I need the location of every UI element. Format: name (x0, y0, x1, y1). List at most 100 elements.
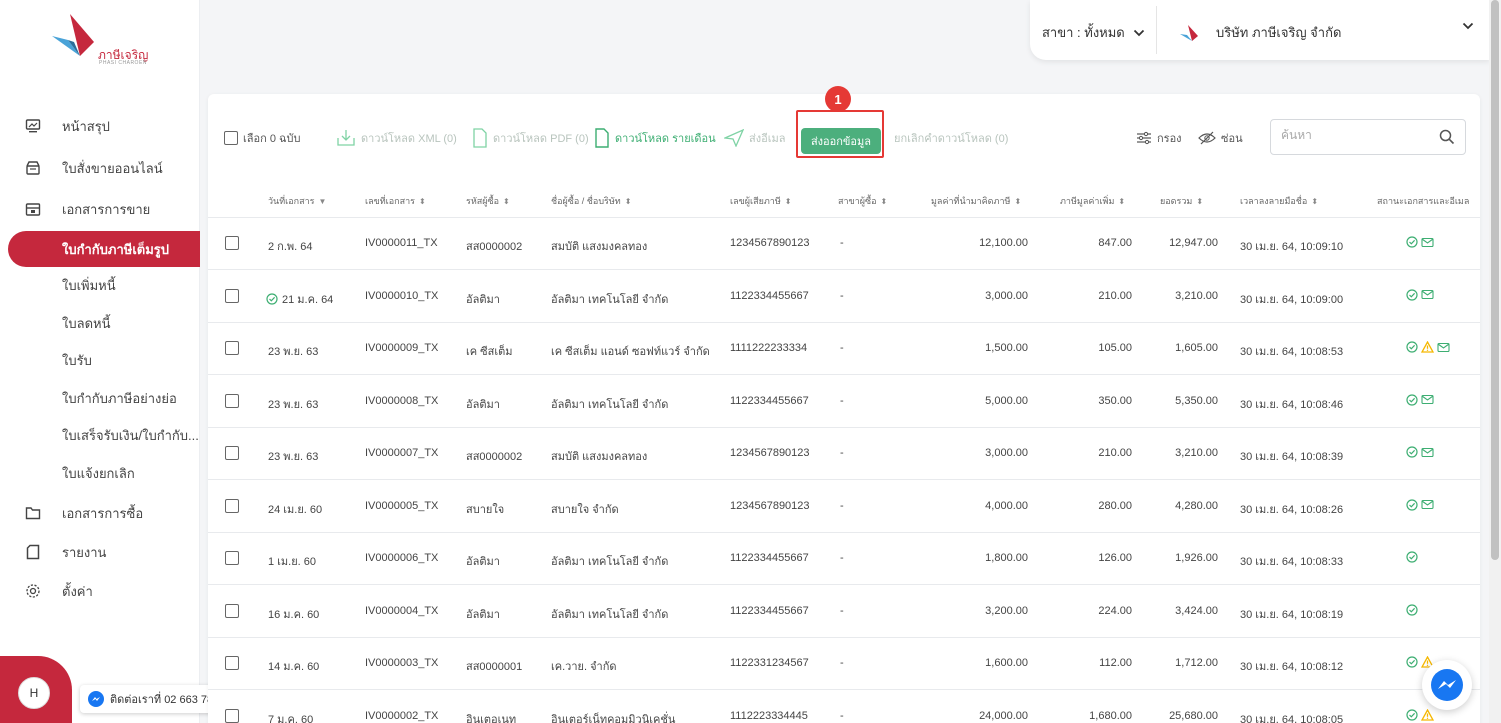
mail-icon[interactable] (1421, 237, 1434, 251)
col-buyer-name[interactable]: ชื่อผู้ซื้อ / ชื่อบริษัท ⬍ (551, 194, 631, 208)
col-vat[interactable]: ภาษีมูลค่าเพิ่ม ⬍ (1060, 194, 1125, 208)
mail-icon[interactable] (1437, 342, 1450, 356)
warning-icon[interactable] (1420, 708, 1435, 723)
sidebar-item-full-tax-invoice[interactable]: ใบกำกับภาษีเต็มรูป (8, 231, 200, 267)
cell-buyer-code: สส0000001 (466, 661, 523, 673)
contact-us-button[interactable]: ติดต่อเราที่ 02 663 7895 (80, 685, 228, 713)
scrollbar[interactable] (1489, 0, 1501, 723)
col-doc-date[interactable]: วันที่เอกสาร ▼ (268, 194, 326, 208)
warning-icon[interactable] (1420, 340, 1435, 356)
cell-doc-number: IV0000009_TX (365, 342, 439, 354)
company-logo[interactable]: ภาษีเจริญ PHASI CHAROEN (50, 12, 170, 72)
cell-doc-date: 1 เม.ย. 60 (268, 556, 317, 568)
row-checkbox[interactable] (225, 656, 239, 670)
cell-total: 3,210.00 (1175, 289, 1218, 302)
cell-doc-number: IV0000007_TX (365, 447, 439, 459)
table-row[interactable]: 23 พ.ย. 63 IV0000008_TX อัลติมา อัลติมา เทค… (208, 376, 1480, 428)
sidebar-item-reports[interactable]: รายงาน (0, 534, 200, 570)
hide-button[interactable]: ซ่อน (1198, 127, 1243, 149)
cell-doc-date: 16 ม.ค. 60 (268, 608, 320, 621)
col-buyer-branch[interactable]: สาขาผู้ซื้อ ⬍ (838, 194, 887, 208)
table-row[interactable]: 24 เม.ย. 60 IV0000005_TX สบายใจ สบายใจ จำกั… (208, 481, 1480, 533)
sidebar-item-settings[interactable]: ตั้งค่า (0, 573, 200, 609)
sidebar-item-debit-note[interactable]: ใบเพิ่มหนี้ (0, 267, 200, 303)
select-all-checkbox[interactable]: เลือก 0 ฉบับ (224, 127, 300, 149)
search-box[interactable] (1270, 119, 1466, 155)
table-row[interactable]: 21 ม.ค. 64 IV0000010_TX อัลติมา อัลติมา เทค… (208, 271, 1480, 323)
sidebar-item-abbreviated-tax-invoice[interactable]: ใบกำกับภาษีอย่างย่อ (0, 380, 200, 416)
row-checkbox[interactable] (225, 236, 239, 250)
row-checkbox[interactable] (225, 603, 239, 618)
table-row[interactable]: 1 เม.ย. 60 IV0000006_TX อัลติมา อัลติมา เทค… (208, 533, 1480, 585)
download-xml-button[interactable]: ดาวน์โหลด XML (0) (336, 127, 457, 149)
col-buyer-code[interactable]: รหัสผู้ซื้อ ⬍ (466, 194, 510, 208)
mail-icon[interactable] (1421, 289, 1434, 303)
cell-buyer-branch: - (840, 657, 844, 669)
download-pdf-button[interactable]: ดาวน์โหลด PDF (0) (472, 127, 589, 149)
col-signed-time[interactable]: เวลาลงลายมือชื่อ ⬍ (1240, 194, 1318, 208)
company-name: บริษัท ภาษีเจริญ จำกัด (1216, 25, 1342, 40)
row-checkbox[interactable] (225, 708, 239, 723)
sidebar-item-label: ตั้งค่า (62, 583, 93, 599)
checkbox[interactable] (224, 131, 238, 145)
sidebar-item-receipt[interactable]: ใบรับ (0, 342, 200, 378)
row-checkbox[interactable] (225, 446, 239, 460)
avatar[interactable]: H (18, 677, 50, 709)
cell-buyer-code: อินเตอเนท (466, 713, 517, 723)
cell-status (1406, 340, 1450, 356)
sidebar-item-cancel-notice[interactable]: ใบแจ้งยกเลิก (0, 455, 200, 491)
sidebar-item-sales-docs[interactable]: เอกสารการขาย (0, 191, 200, 227)
cell-buyer-code: สส0000002 (466, 451, 523, 463)
mail-icon[interactable] (1421, 499, 1434, 513)
export-data-button[interactable]: ส่งออกข้อมูล (801, 128, 881, 154)
search-icon[interactable] (1439, 129, 1455, 145)
cell-buyer-name: อัลติมา เทคโนโลยี จำกัด (551, 608, 669, 621)
sidebar-item-dashboard[interactable]: หน้าสรุป (0, 108, 200, 144)
row-checkbox[interactable] (225, 288, 239, 303)
sidebar-item-label: ใบแจ้งยกเลิก (62, 465, 135, 481)
table-row[interactable]: 23 พ.ย. 63 IV0000009_TX เค ซีสเต็ม เค ซีสเต… (208, 323, 1480, 375)
row-checkbox[interactable] (225, 551, 239, 565)
cancel-download-button[interactable]: ยกเลิกคำดาวน์โหลด (0) (894, 127, 1008, 149)
col-taxable-value[interactable]: มูลค่าที่นำมาคิดภาษี ⬍ (931, 194, 1021, 208)
col-tax-id[interactable]: เลขผู้เสียภาษี ⬍ (730, 194, 791, 208)
row-checkbox[interactable] (225, 498, 239, 513)
scrollbar-thumb[interactable] (1491, 0, 1499, 560)
send-email-button[interactable]: ส่งอีเมล (724, 127, 785, 149)
mail-icon[interactable] (1421, 447, 1434, 461)
search-input[interactable] (1281, 128, 1431, 142)
download-monthly-label: ดาวน์โหลด รายเดือน (615, 133, 716, 145)
download-monthly-button[interactable]: ดาวน์โหลด รายเดือน (594, 127, 716, 149)
sidebar-item-credit-note[interactable]: ใบลดหนี้ (0, 305, 200, 341)
mail-icon[interactable] (1421, 394, 1434, 408)
table-row[interactable]: 2 ก.พ. 64 IV0000011_TX สส0000002 สมบัติ แสง… (208, 218, 1480, 270)
col-total[interactable]: ยอดรวม ⬍ (1160, 194, 1203, 208)
cell-status (1406, 446, 1434, 461)
sidebar-item-purchase-docs[interactable]: เอกสารการซื้อ (0, 495, 200, 531)
messenger-chat-button[interactable] (1422, 660, 1472, 710)
cell-doc-number: IV0000010_TX (365, 289, 439, 302)
table-row[interactable]: 7 ม.ค. 60 IV0000002_TX อินเตอเนท อินเตอร์เน… (208, 691, 1480, 723)
row-checkbox[interactable] (225, 393, 239, 408)
hide-label: ซ่อน (1221, 133, 1243, 145)
cell-total: 1,926.00 (1175, 552, 1218, 564)
document-icon (473, 128, 487, 148)
row-checkbox[interactable] (225, 341, 239, 355)
table-row[interactable]: 23 พ.ย. 63 IV0000007_TX สส0000002 สมบัติ แส… (208, 428, 1480, 480)
branch-selector[interactable]: สาขา : ทั้งหมด (1042, 22, 1145, 43)
sidebar-item-label: หน้าสรุป (62, 118, 110, 134)
step-badge: 1 (825, 86, 851, 112)
company-selector[interactable]: บริษัท ภาษีเจริญ จำกัด (1178, 22, 1341, 43)
sidebar-item-receipt-tax-invoice[interactable]: ใบเสร็จรับเงิน/ใบกำกับ... (0, 417, 200, 453)
cell-total: 1,712.00 (1175, 657, 1218, 669)
cell-doc-date: 7 ม.ค. 60 (268, 713, 314, 723)
table-row[interactable]: 14 ม.ค. 60 IV0000003_TX สส0000001 เค.วาย. จ… (208, 638, 1480, 690)
col-doc-number[interactable]: เลขที่เอกสาร ⬍ (365, 194, 426, 208)
cell-buyer-code: อัลติมา (466, 398, 500, 411)
check-circle-icon (1406, 288, 1418, 304)
table-row[interactable]: 16 ม.ค. 60 IV0000004_TX อัลติมา อัลติมา เทค… (208, 586, 1480, 638)
chevron-down-icon[interactable] (1462, 22, 1474, 30)
sidebar-item-online-orders[interactable]: ใบสั่งขายออนไลน์ (0, 150, 200, 186)
filter-button[interactable]: กรอง (1136, 127, 1182, 149)
cell-vat: 126.00 (1098, 552, 1132, 564)
